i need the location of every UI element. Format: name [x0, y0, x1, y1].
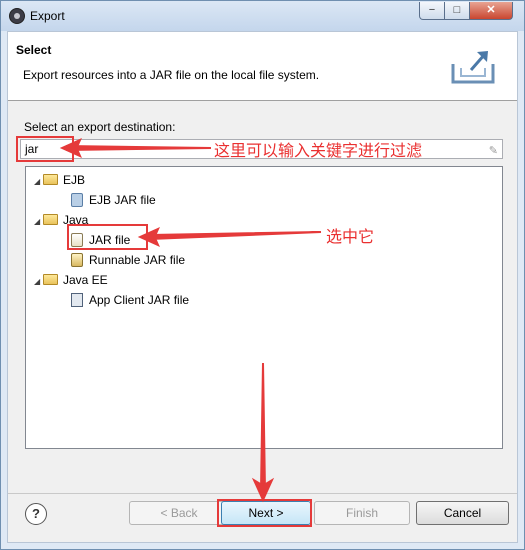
- annotation-arrows: [59, 138, 322, 503]
- export-dialog: Export − □ ✕ Select Export resources int…: [0, 0, 525, 550]
- next-arrow: [259, 362, 267, 492]
- filter-arrow: [66, 144, 212, 152]
- select-arrow: [150, 231, 322, 241]
